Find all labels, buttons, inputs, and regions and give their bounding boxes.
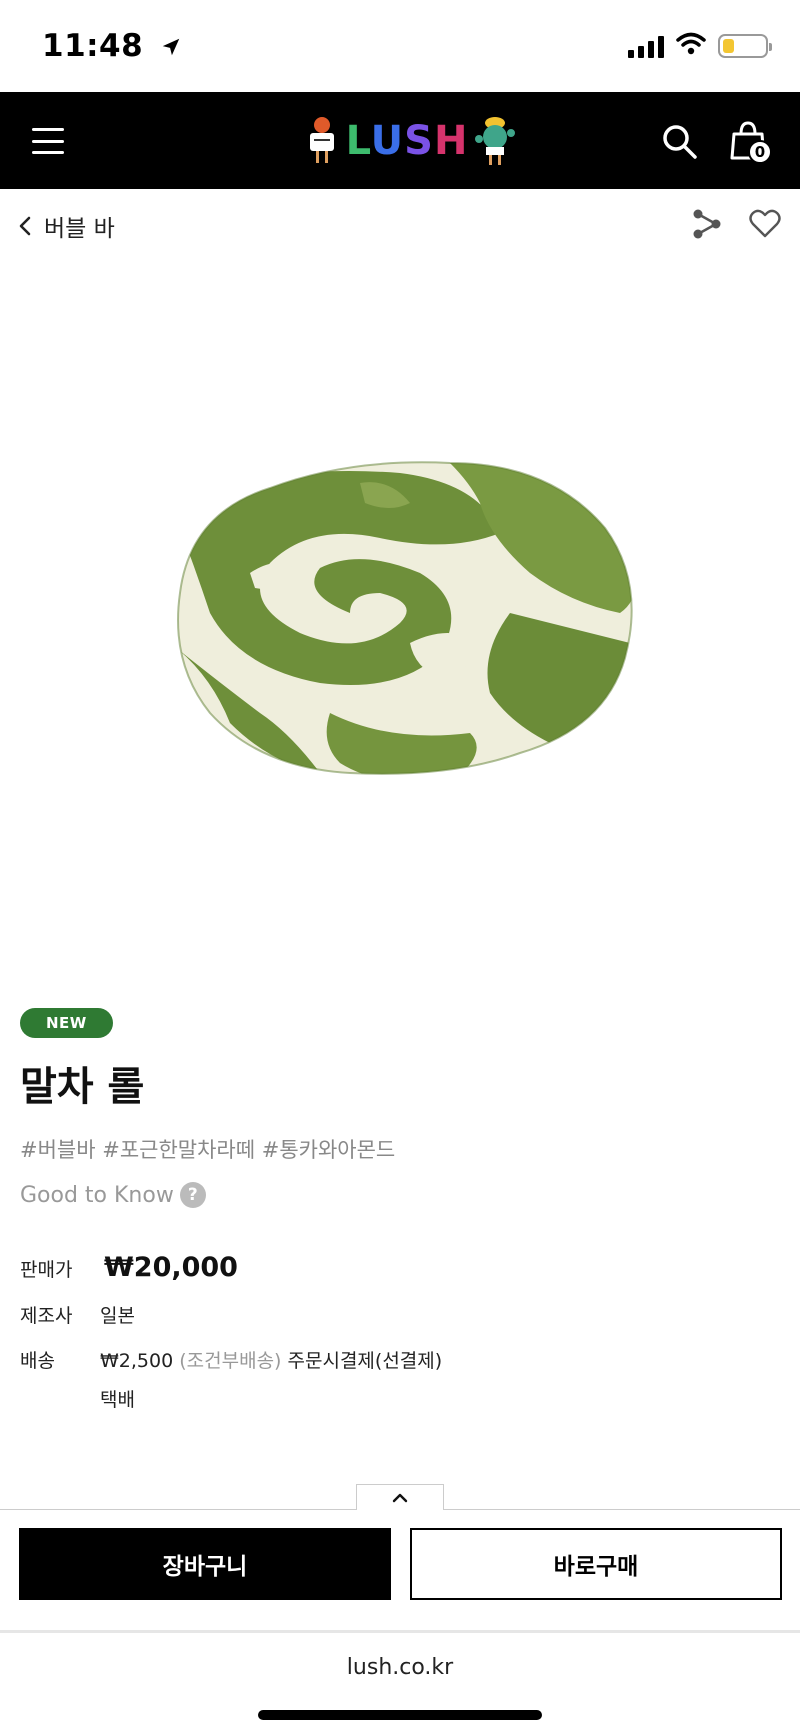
- share-icon[interactable]: [690, 207, 724, 241]
- shipping-fee: ₩2,500: [100, 1350, 174, 1372]
- status-icons: [628, 32, 772, 60]
- heart-icon[interactable]: [748, 207, 782, 241]
- new-badge: NEW: [20, 1008, 113, 1038]
- lush-logo[interactable]: LUSH: [300, 112, 520, 170]
- matcha-roll-image: [177, 461, 633, 775]
- url-text[interactable]: lush.co.kr: [0, 1655, 800, 1680]
- shopping-bag-icon[interactable]: 0: [726, 118, 774, 166]
- shipping-payment: 주문시결제(선결제): [287, 1350, 443, 1372]
- mascot-right-icon: [475, 117, 516, 165]
- product-info: NEW 말차 롤 #버블바 #포근한말차라떼 #통카와아몬드 Good to K…: [20, 1008, 780, 1412]
- price-label: 판매가: [20, 1259, 73, 1281]
- logo-text: LUSH: [345, 118, 469, 164]
- product-image[interactable]: [0, 263, 800, 983]
- shipping-label: 배송: [20, 1350, 55, 1372]
- add-to-cart-button[interactable]: 장바구니: [19, 1528, 391, 1600]
- mascot-left-icon: [309, 117, 334, 163]
- shipping-value: ₩2,500 (조건부배송) 주문시결제(선결제): [100, 1346, 442, 1373]
- back-label: 버블 바: [44, 216, 115, 242]
- cellular-signal-icon: [628, 34, 664, 58]
- sub-navigation: 버블 바: [0, 189, 800, 263]
- cart-count-badge: 0: [748, 140, 772, 164]
- product-hashtags[interactable]: #버블바 #포근한말차라떼 #통카와아몬드: [20, 1134, 780, 1164]
- location-arrow-icon: [160, 30, 182, 66]
- status-bar: 11:48: [0, 0, 800, 92]
- maker-label: 제조사: [20, 1305, 73, 1327]
- buy-now-button[interactable]: 바로구매: [410, 1528, 782, 1600]
- price-value: ₩20,000: [104, 1252, 238, 1283]
- good-to-know-label: Good to Know: [20, 1182, 174, 1208]
- price-row: 판매가 ₩20,000: [20, 1252, 780, 1283]
- back-button[interactable]: 버블 바: [18, 209, 115, 243]
- status-time-text: 11:48: [42, 28, 144, 64]
- status-time: 11:48: [42, 28, 182, 66]
- browser-url-bar: lush.co.kr: [0, 1633, 800, 1732]
- site-header: LUSH 0: [0, 92, 800, 189]
- product-details: 판매가 ₩20,000 제조사 일본 배송 ₩2,500 (조건부배송) 주문시…: [20, 1252, 780, 1412]
- hamburger-menu-icon[interactable]: [32, 128, 64, 154]
- maker-value: 일본: [100, 1305, 135, 1327]
- product-title: 말차 롤: [20, 1064, 145, 1110]
- chevron-left-icon: [19, 216, 31, 236]
- help-icon[interactable]: ?: [179, 1182, 206, 1208]
- scroll-up-tab[interactable]: [356, 1484, 444, 1510]
- home-indicator[interactable]: [258, 1710, 542, 1720]
- bottom-action-bar: 장바구니 바로구매: [0, 1509, 800, 1633]
- chevron-up-icon: [392, 1493, 408, 1502]
- maker-row: 제조사 일본: [20, 1301, 780, 1328]
- wifi-icon: [676, 32, 706, 60]
- battery-icon: [718, 34, 772, 58]
- shipping-condition: (조건부배송): [179, 1350, 282, 1372]
- good-to-know-link[interactable]: Good to Know ?: [20, 1182, 780, 1208]
- search-icon[interactable]: [660, 122, 700, 162]
- shipping-method: 택배: [100, 1389, 135, 1411]
- shipping-row: 배송 ₩2,500 (조건부배송) 주문시결제(선결제): [20, 1346, 780, 1373]
